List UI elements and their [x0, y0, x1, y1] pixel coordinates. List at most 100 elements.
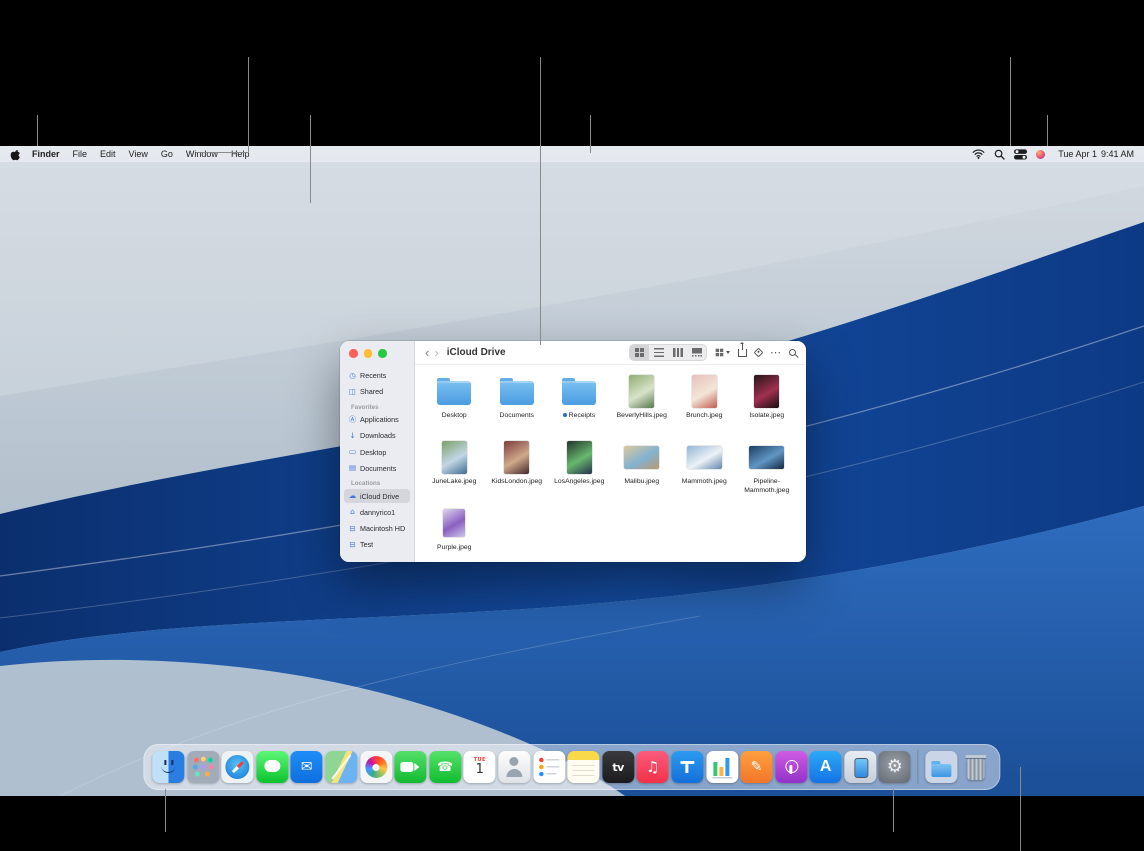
file-documents[interactable]: Documents — [486, 373, 549, 437]
dock-trash[interactable] — [960, 751, 992, 783]
more-button[interactable]: ⋯ — [770, 347, 781, 358]
app-menu-finder[interactable]: Finder — [32, 149, 60, 159]
close-button[interactable] — [349, 349, 358, 358]
siri-icon[interactable] — [1036, 150, 1045, 159]
sidebar-item-documents[interactable]: ▤Documents — [344, 461, 410, 475]
search-button[interactable] — [789, 349, 796, 356]
zoom-button[interactable] — [378, 349, 387, 358]
dock-tv[interactable]: tv — [602, 751, 634, 783]
column-view-button[interactable] — [668, 345, 687, 360]
messages-icon — [256, 751, 288, 783]
file-pipeline-mammoth-jpeg[interactable]: Pipeline-Mammoth.jpeg — [736, 439, 799, 503]
keynote-icon — [671, 751, 703, 783]
dock-calendar[interactable]: TUE1 — [464, 751, 496, 783]
sidebar-item-downloads[interactable]: ↓Downloads — [344, 429, 410, 443]
trash-icon — [960, 751, 992, 783]
forward-button[interactable]: › — [434, 346, 438, 359]
dock-maps[interactable] — [325, 751, 357, 783]
file-name: Purple.jpeg — [437, 544, 471, 553]
file-name: Mammoth.jpeg — [682, 478, 727, 487]
tag-button[interactable] — [755, 349, 762, 356]
minimize-button[interactable] — [364, 349, 373, 358]
sidebar-item-dannyrico1[interactable]: ⌂dannyrico1 — [344, 505, 410, 519]
sidebar-item-test[interactable]: ⊟Test — [344, 538, 410, 552]
file-mammoth-jpeg[interactable]: Mammoth.jpeg — [673, 439, 736, 503]
dock-launchpad[interactable] — [187, 751, 219, 783]
image-thumbnail — [442, 439, 467, 475]
dock-keynote[interactable] — [671, 751, 703, 783]
window-sidebar: ◷Recents◫SharedFavoritesⒶApplications↓Do… — [340, 341, 415, 562]
iphone-mirroring-icon — [844, 751, 876, 783]
image-thumbnail — [687, 439, 722, 475]
dock-podcasts[interactable] — [775, 751, 807, 783]
file-desktop[interactable]: Desktop — [423, 373, 486, 437]
dock-pages[interactable]: ✎ — [740, 751, 772, 783]
unsynced-dot — [563, 413, 567, 417]
music-icon: ♫ — [637, 751, 669, 783]
sidebar-item-recents[interactable]: ◷Recents — [344, 369, 410, 383]
dock-phone[interactable]: ☎ — [429, 751, 461, 783]
sidebar-item-icloud-drive[interactable]: ☁iCloud Drive — [344, 489, 410, 503]
file-kidslondon-jpeg[interactable]: KidsLondon.jpeg — [486, 439, 549, 503]
file-receipts[interactable]: Receipts — [548, 373, 611, 437]
dock-safari[interactable] — [222, 751, 254, 783]
dock-finder-callout — [165, 789, 166, 832]
sidebar-item-shared[interactable]: ◫Shared — [344, 385, 410, 399]
notes-icon — [568, 751, 600, 783]
dock-iphone-mirroring[interactable] — [844, 751, 876, 783]
menu-edit[interactable]: Edit — [100, 149, 116, 159]
desktop-icon: ▭ — [348, 448, 357, 456]
menu-view[interactable]: View — [129, 149, 148, 159]
image-thumbnail — [749, 439, 784, 475]
image-thumbnail — [504, 439, 529, 475]
dock-app-store[interactable]: A — [810, 751, 842, 783]
sidebar-item-applications[interactable]: ⒶApplications — [344, 413, 410, 427]
menu-bar-clock[interactable]: Tue Apr 19:41 AM — [1054, 149, 1134, 159]
file-beverlyhills-jpeg[interactable]: BeverlyHills.jpeg — [611, 373, 674, 437]
column-view-icon — [673, 348, 683, 357]
sidebar-item-desktop[interactable]: ▭Desktop — [344, 445, 410, 459]
file-isolate-jpeg[interactable]: Isolate.jpeg — [736, 373, 799, 437]
control-center-icon[interactable] — [1014, 149, 1027, 160]
back-button[interactable]: ‹ — [425, 346, 429, 359]
dock-finder[interactable] — [152, 751, 184, 783]
dock-music[interactable]: ♫ — [637, 751, 669, 783]
pages-icon: ✎ — [740, 751, 772, 783]
dock-system-settings[interactable]: ⚙ — [879, 751, 911, 783]
menu-bar-time: 9:41 AM — [1101, 149, 1134, 159]
image-thumbnail — [443, 505, 465, 541]
spotlight-icon[interactable] — [994, 149, 1005, 160]
dock-mail[interactable]: ✉ — [291, 751, 323, 783]
share-button[interactable] — [738, 349, 747, 357]
share-icon — [738, 349, 747, 357]
dock-numbers[interactable] — [706, 751, 738, 783]
dock-messages[interactable] — [256, 751, 288, 783]
documentation-figure: Finder File Edit View Go Window Help — [0, 0, 1144, 851]
menu-go[interactable]: Go — [161, 149, 173, 159]
file-brunch-jpeg[interactable]: Brunch.jpeg — [673, 373, 736, 437]
group-button[interactable] — [715, 348, 730, 357]
file-purple-jpeg[interactable]: Purple.jpeg — [423, 505, 486, 562]
file-losangeles-jpeg[interactable]: LosAngeles.jpeg — [548, 439, 611, 503]
menu-help[interactable]: Help — [231, 149, 250, 159]
sidebar-item-label: Desktop — [360, 448, 386, 457]
sidebar-item-macintosh-hd[interactable]: ⊟Macintosh HD — [344, 522, 410, 536]
icloud-icon: ☁ — [348, 492, 357, 500]
dock-photos[interactable] — [360, 751, 392, 783]
menu-window[interactable]: Window — [186, 149, 218, 159]
list-view-button[interactable] — [649, 345, 668, 360]
dock-contacts[interactable] — [498, 751, 530, 783]
trash-callout — [1020, 767, 1021, 851]
icon-view-button[interactable] — [630, 345, 649, 360]
dock-notes[interactable] — [568, 751, 600, 783]
dock-reminders[interactable] — [533, 751, 565, 783]
dock-facetime[interactable] — [395, 751, 427, 783]
dock-downloads[interactable] — [925, 751, 957, 783]
menu-file[interactable]: File — [73, 149, 88, 159]
gallery-view-button[interactable] — [687, 345, 706, 360]
file-name: JuneLake.jpeg — [432, 478, 476, 487]
wifi-icon[interactable] — [972, 149, 985, 159]
file-junelake-jpeg[interactable]: JuneLake.jpeg — [423, 439, 486, 503]
apple-menu[interactable] — [10, 148, 21, 161]
file-malibu-jpeg[interactable]: Malibu.jpeg — [611, 439, 674, 503]
